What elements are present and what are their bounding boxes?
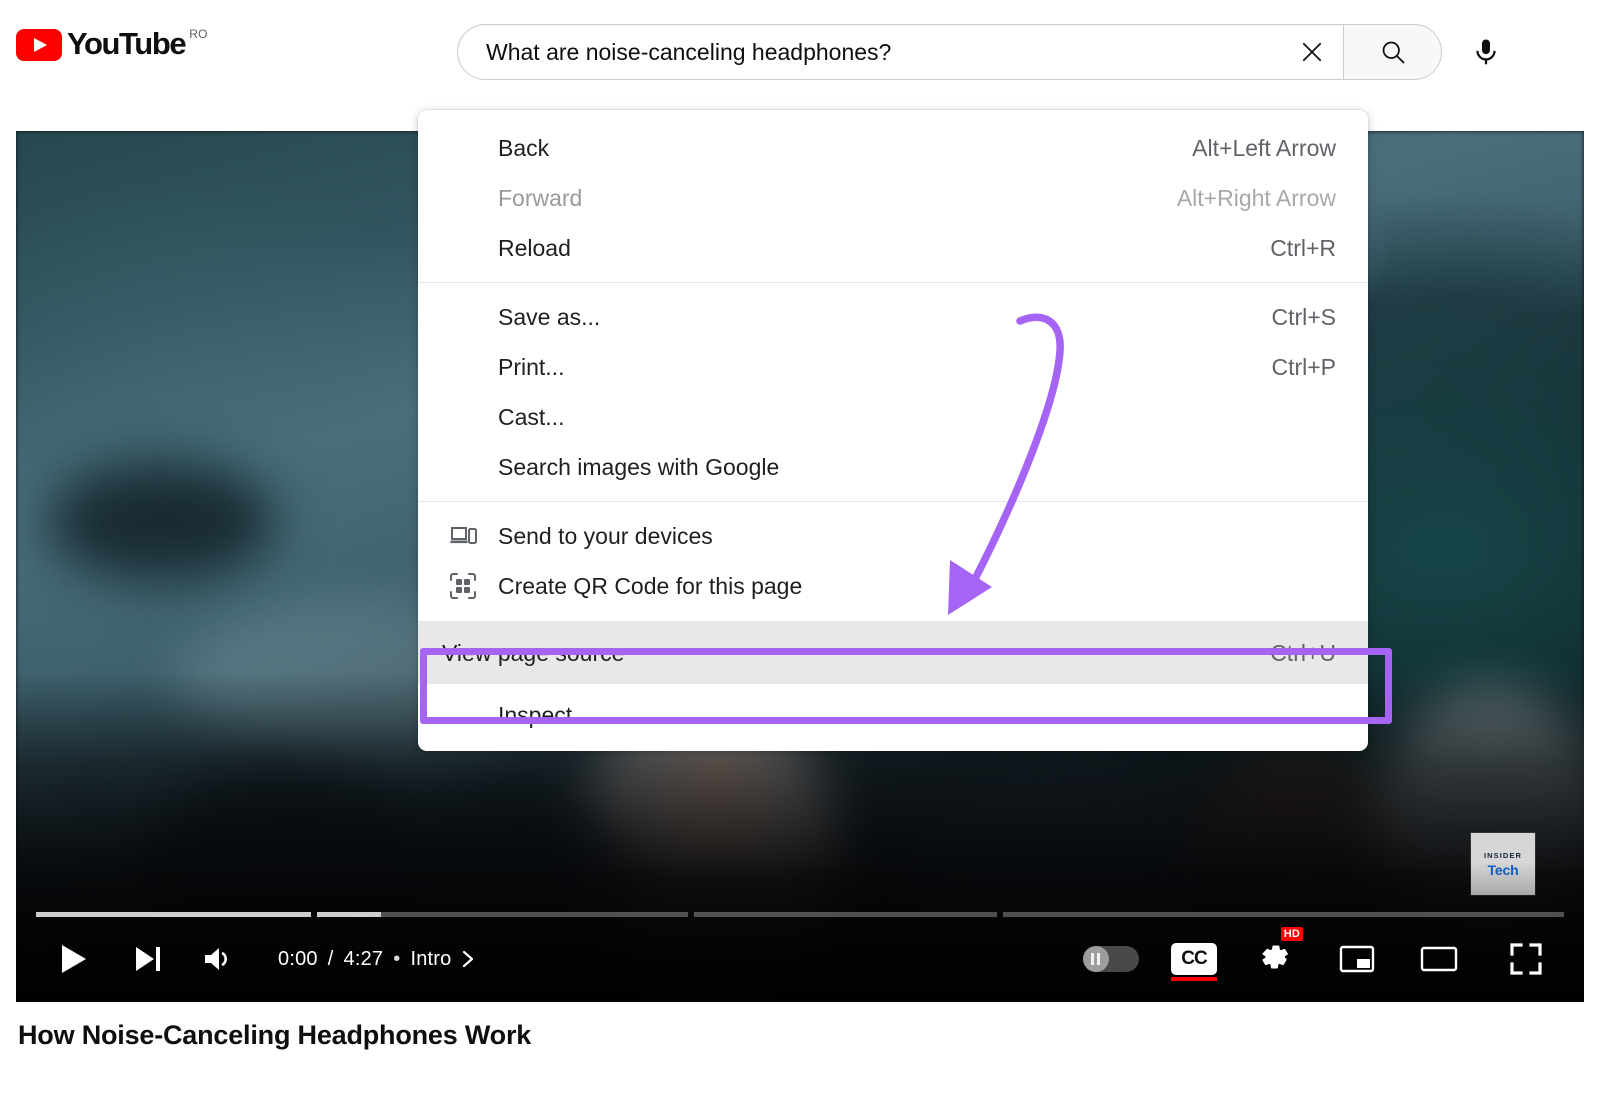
menu-item-print[interactable]: Print... Ctrl+P xyxy=(418,342,1368,392)
next-track-icon xyxy=(136,947,160,971)
duration: 4:27 xyxy=(343,947,384,970)
menu-item-label: Forward xyxy=(498,184,583,211)
current-time: 0:00 xyxy=(278,947,318,970)
menu-item-create-qr-code[interactable]: Create QR Code for this page xyxy=(418,561,1368,611)
volume-button[interactable] xyxy=(184,931,256,987)
time-separator: / xyxy=(327,947,334,970)
time-display: 0:00 / 4:27 • Intro xyxy=(278,948,477,971)
menu-item-forward: Forward Alt+Right Arrow xyxy=(418,173,1368,223)
menu-item-shortcut: Ctrl+S xyxy=(1271,303,1336,330)
pause-icon xyxy=(1091,953,1101,965)
miniplayer-button[interactable] xyxy=(1316,931,1398,987)
menu-separator xyxy=(418,501,1368,502)
qr-code-icon xyxy=(450,573,484,599)
autoplay-toggle[interactable] xyxy=(1068,931,1154,987)
miniplayer-icon xyxy=(1339,945,1375,973)
fullscreen-button[interactable] xyxy=(1480,931,1572,987)
player-right-controls: CC HD xyxy=(1068,926,1584,987)
volume-icon xyxy=(205,948,227,970)
menu-item-inspect[interactable]: Inspect xyxy=(418,690,1368,740)
menu-item-label: Search images with Google xyxy=(498,453,780,480)
menu-item-cast[interactable]: Cast... xyxy=(418,392,1368,442)
menu-item-label: Cast... xyxy=(498,403,565,430)
menu-item-shortcut: Ctrl+U xyxy=(1270,639,1336,666)
menu-item-label: Save as... xyxy=(498,303,601,330)
captions-button[interactable]: CC xyxy=(1154,931,1234,987)
menu-item-label: Back xyxy=(498,134,550,161)
menu-item-label: Send to your devices xyxy=(498,522,713,549)
cc-badge: CC xyxy=(1171,943,1217,975)
theater-mode-button[interactable] xyxy=(1398,931,1480,987)
menu-item-label: View page source xyxy=(442,639,625,666)
search-input-value: What are noise-canceling headphones? xyxy=(486,39,892,65)
search-input[interactable]: What are noise-canceling headphones? xyxy=(457,24,1343,80)
next-video-button[interactable] xyxy=(112,931,184,987)
menu-item-label: Reload xyxy=(498,234,571,261)
chapter-label[interactable]: Intro xyxy=(410,948,451,971)
captions-active-underline xyxy=(1171,977,1217,981)
play-button[interactable] xyxy=(36,931,112,987)
menu-item-send-to-your-devices[interactable]: Send to your devices xyxy=(418,511,1368,561)
fullscreen-icon xyxy=(1510,943,1542,975)
search-bar: What are noise-canceling headphones? xyxy=(457,24,1442,80)
page-title: How Noise-Canceling Headphones Work xyxy=(18,1020,532,1050)
menu-item-shortcut: Alt+Left Arrow xyxy=(1192,134,1336,161)
autoplay-switch[interactable] xyxy=(1083,946,1139,972)
browser-context-menu[interactable]: Back Alt+Left Arrow Forward Alt+Right Ar… xyxy=(418,110,1368,751)
microphone-button[interactable] xyxy=(1462,28,1510,76)
youtube-logo[interactable]: YouTube RO xyxy=(16,27,208,61)
decorative-blob xyxy=(46,461,276,581)
settings-icon-wrap: HD xyxy=(1257,926,1303,980)
player-controls: 0:00 / 4:27 • Intro CC HD xyxy=(16,916,1584,1002)
settings-button[interactable]: HD xyxy=(1234,926,1316,987)
theater-mode-icon xyxy=(1420,946,1458,972)
play-icon xyxy=(62,945,86,973)
watermark-line-1: INSIDER xyxy=(1483,850,1523,860)
quality-badge: HD xyxy=(1280,926,1303,941)
menu-item-search-images-with-google[interactable]: Search images with Google xyxy=(418,442,1368,492)
devices-icon-glyph xyxy=(450,527,477,544)
qr-code-icon-glyph xyxy=(450,573,476,599)
search-icon xyxy=(1382,41,1404,64)
top-bar: YouTube RO What are noise-canceling head… xyxy=(0,0,1600,104)
menu-item-label: Print... xyxy=(498,353,565,380)
youtube-wordmark: YouTube xyxy=(67,26,187,61)
close-icon[interactable] xyxy=(1289,29,1335,75)
menu-item-shortcut: Ctrl+P xyxy=(1271,353,1336,380)
menu-item-save-as[interactable]: Save as... Ctrl+S xyxy=(418,292,1368,342)
youtube-play-icon xyxy=(16,29,62,61)
menu-separator xyxy=(418,282,1368,283)
menu-item-label: Inspect xyxy=(498,701,573,728)
microphone-icon xyxy=(1476,39,1496,65)
country-code-label: RO xyxy=(189,27,208,41)
bullet-separator: • xyxy=(393,947,401,970)
menu-item-back[interactable]: Back Alt+Left Arrow xyxy=(418,123,1368,173)
gear-icon xyxy=(1262,944,1288,969)
menu-item-shortcut: Ctrl+R xyxy=(1270,234,1336,261)
menu-item-reload[interactable]: Reload Ctrl+R xyxy=(418,223,1368,273)
menu-item-label: Create QR Code for this page xyxy=(498,572,803,599)
chevron-right-icon[interactable] xyxy=(459,949,477,969)
devices-icon xyxy=(450,525,484,547)
search-button[interactable] xyxy=(1343,24,1442,80)
menu-item-shortcut: Alt+Right Arrow xyxy=(1176,184,1336,211)
menu-item-view-page-source[interactable]: View page source Ctrl+U xyxy=(418,622,1368,684)
close-icon-glyph xyxy=(1302,42,1322,62)
